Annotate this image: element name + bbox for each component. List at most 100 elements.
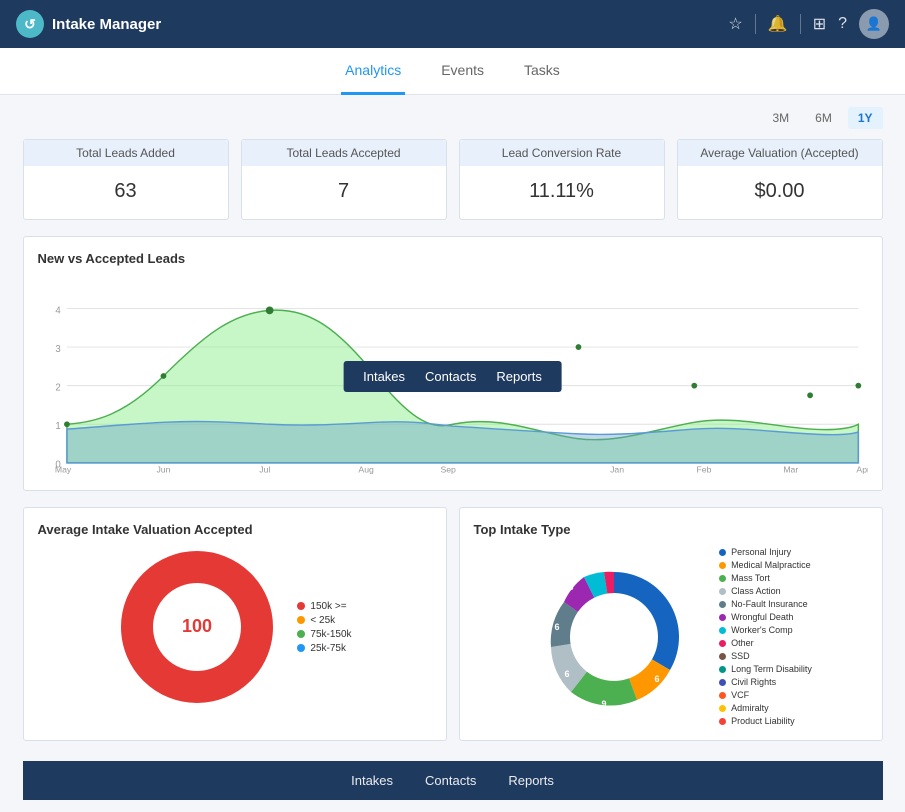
legend-dot	[719, 692, 726, 699]
intake-type-donut-container: 19 6 9 6 6 3 3 4 Personal Injury	[474, 547, 868, 726]
star-icon[interactable]: ☆	[728, 14, 742, 34]
intake-type-donut-card: Top Intake Type	[459, 507, 883, 741]
time-3m-button[interactable]: 3M	[762, 107, 799, 129]
legend-dot	[719, 588, 726, 595]
valuation-legend: 150k >= < 25k 75k-150k 25k-75k	[297, 601, 351, 654]
datapoint	[691, 383, 697, 389]
svg-text:4: 4	[607, 562, 612, 572]
legend-dot	[719, 705, 726, 712]
datapoint	[807, 392, 813, 398]
svg-text:19: 19	[639, 609, 649, 619]
svg-text:4: 4	[55, 305, 61, 316]
valuation-donut-svg: 100	[117, 547, 277, 707]
datapoint	[575, 344, 581, 350]
valuation-donut-container: 100 150k >= < 25k 75k-150k	[38, 547, 432, 707]
tab-analytics[interactable]: Analytics	[341, 48, 405, 95]
svg-text:Jun: Jun	[156, 465, 170, 475]
legend-label: Worker's Comp	[731, 625, 793, 635]
legend-ltd: Long Term Disability	[719, 664, 812, 674]
stats-grid: Total Leads Added 63 Total Leads Accepte…	[23, 139, 883, 220]
legend-label: Class Action	[731, 586, 781, 596]
leads-chart-area: 0 1 2 3 4	[38, 276, 868, 476]
bottom-nav-contacts[interactable]: Contacts	[425, 773, 476, 788]
valuation-donut-card: Average Intake Valuation Accepted 100 15…	[23, 507, 447, 741]
stat-total-leads-accepted: Total Leads Accepted 7	[241, 139, 447, 220]
stat-value-1: 63	[38, 174, 214, 209]
intake-type-chart-title: Top Intake Type	[474, 522, 868, 537]
avatar[interactable]: 👤	[859, 9, 889, 39]
leads-chart-title: New vs Accepted Leads	[38, 251, 868, 266]
legend-wc: Worker's Comp	[719, 625, 812, 635]
datapoint	[64, 421, 70, 427]
main-content: 3M 6M 1Y Total Leads Added 63 Total Lead…	[3, 95, 903, 812]
svg-text:3: 3	[55, 344, 60, 355]
legend-cr: Civil Rights	[719, 677, 812, 687]
help-icon[interactable]: ?	[838, 15, 847, 33]
app-header: ↺ Intake Manager ☆ 🔔 ⊞ ? 👤	[0, 0, 905, 48]
datapoint	[855, 383, 861, 389]
svg-text:Jul: Jul	[259, 465, 270, 475]
logo-icon: ↺	[16, 10, 44, 38]
svg-text:Apr: Apr	[856, 465, 868, 475]
legend-label: < 25k	[310, 615, 335, 626]
legend-dot	[719, 562, 726, 569]
legend-label: Admiralty	[731, 703, 769, 713]
time-6m-button[interactable]: 6M	[805, 107, 842, 129]
tab-tasks[interactable]: Tasks	[520, 48, 564, 95]
svg-text:Jan: Jan	[610, 465, 624, 475]
bottom-nav-intakes[interactable]: Intakes	[351, 773, 393, 788]
legend-label: 150k >=	[310, 601, 346, 612]
overlay-contacts[interactable]: Contacts	[425, 369, 476, 384]
leads-chart-section: New vs Accepted Leads 0 1 2 3 4	[23, 236, 883, 491]
legend-label: Long Term Disability	[731, 664, 812, 674]
datapoint	[160, 373, 166, 379]
svg-text:1: 1	[55, 421, 60, 432]
legend-dot	[719, 575, 726, 582]
legend-dot	[297, 616, 305, 624]
legend-dot	[719, 679, 726, 686]
svg-text:Sep: Sep	[440, 465, 456, 475]
bottom-nav-reports[interactable]: Reports	[508, 773, 554, 788]
logo: ↺ Intake Manager	[16, 10, 161, 38]
tab-events[interactable]: Events	[437, 48, 488, 95]
legend-mm: Medical Malpractice	[719, 560, 812, 570]
valuation-chart-title: Average Intake Valuation Accepted	[38, 522, 432, 537]
intake-type-legend: Personal Injury Medical Malpractice Mass…	[719, 547, 812, 726]
bottom-charts-grid: Average Intake Valuation Accepted 100 15…	[23, 507, 883, 741]
time-1y-button[interactable]: 1Y	[848, 107, 883, 129]
divider	[755, 14, 756, 34]
legend-label: 25k-75k	[310, 643, 346, 654]
svg-text:Mar: Mar	[783, 465, 798, 475]
legend-label: Personal Injury	[731, 547, 791, 557]
bell-icon[interactable]: 🔔	[768, 14, 788, 34]
legend-mt: Mass Tort	[719, 573, 812, 583]
stat-label-3: Lead Conversion Rate	[460, 140, 664, 166]
legend-oth: Other	[719, 638, 812, 648]
svg-text:May: May	[54, 465, 71, 475]
grid-icon[interactable]: ⊞	[813, 14, 826, 34]
donut-center	[570, 593, 658, 681]
stat-value-2: 7	[256, 174, 432, 209]
legend-dot	[719, 653, 726, 660]
overlay-intakes[interactable]: Intakes	[363, 369, 405, 384]
legend-adm: Admiralty	[719, 703, 812, 713]
svg-text:2: 2	[55, 382, 60, 393]
stat-avg-valuation: Average Valuation (Accepted) $0.00	[677, 139, 883, 220]
svg-text:6: 6	[655, 674, 660, 684]
svg-text:Aug: Aug	[358, 465, 374, 475]
legend-label: SSD	[731, 651, 750, 661]
overlay-reports[interactable]: Reports	[496, 369, 542, 384]
legend-dot	[719, 614, 726, 621]
legend-label: 75k-150k	[310, 629, 351, 640]
legend-label: Product Liability	[731, 716, 795, 726]
legend-pi: Personal Injury	[719, 547, 812, 557]
stat-total-leads-added: Total Leads Added 63	[23, 139, 229, 220]
legend-ssd: SSD	[719, 651, 812, 661]
svg-text:3: 3	[569, 582, 574, 592]
legend-label: Other	[731, 638, 754, 648]
svg-text:Feb: Feb	[696, 465, 711, 475]
legend-label: No-Fault Insurance	[731, 599, 808, 609]
stat-label-2: Total Leads Accepted	[242, 140, 446, 166]
legend-label: Wrongful Death	[731, 612, 793, 622]
legend-item-150k: 150k >=	[297, 601, 351, 612]
